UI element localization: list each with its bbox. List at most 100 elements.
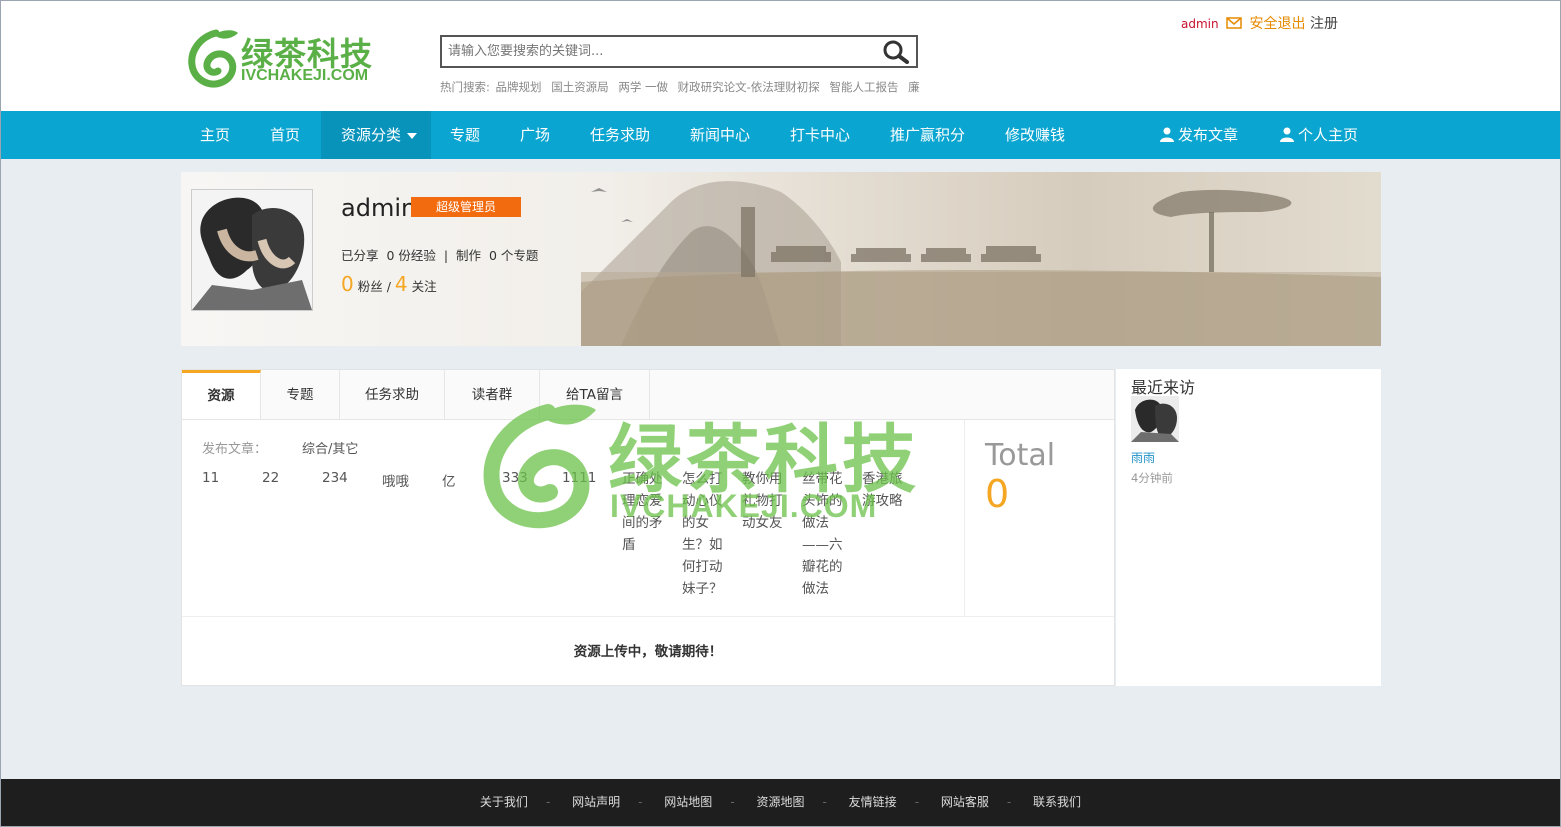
visitor-time: 4分钟前 [1131, 471, 1173, 485]
footer-separator: - [822, 795, 827, 809]
category-item[interactable]: 22 [262, 470, 279, 486]
tab-topics[interactable]: 专题 [261, 370, 340, 419]
hot-search-term[interactable]: 财政研究论文-依法理财初探 [678, 80, 820, 94]
empty-message: 资源上传中，敬请期待！ [182, 616, 1114, 686]
resource-content: 发布文章： 综合/其它 11 22 234 哦哦 亿 333 1111 正确处理… [182, 420, 964, 616]
visitor-avatar-image [1131, 396, 1179, 442]
mail-icon[interactable] [1226, 17, 1242, 29]
search-input[interactable] [442, 37, 884, 66]
category-item[interactable]: 教你用礼物打动女友 [742, 468, 786, 534]
tab-reader-group[interactable]: 读者群 [445, 370, 540, 419]
hot-search-label: 热门搜索: [440, 80, 490, 94]
personal-home-label: 个人主页 [1298, 126, 1359, 144]
logo-leaf-icon [188, 29, 238, 88]
total-value: 0 [985, 472, 1010, 516]
hot-search-term[interactable]: 两学 一做 [618, 80, 668, 94]
hot-searches: 热门搜索: 品牌规划 国土资源局 两学 一做 财政研究论文-依法理财初探 智能人… [440, 79, 926, 95]
person-icon [1280, 127, 1294, 142]
publish-category-value[interactable]: 综合/其它 [302, 438, 358, 457]
fans-count[interactable]: 0 [341, 272, 354, 296]
profile-username: admin [341, 194, 417, 222]
search-button[interactable] [880, 39, 912, 64]
site-footer: 关于我们 - 网站声明 - 网站地图 - 资源地图 - 友情链接 - 网站客服 - 联系我们 [1, 779, 1560, 826]
personal-home-button[interactable]: 个人主页 [1280, 111, 1358, 159]
follow-label: 关注 [411, 279, 437, 294]
category-item[interactable]: 234 [322, 470, 348, 486]
category-item[interactable]: 1111 [562, 470, 596, 486]
visitor-name[interactable]: 雨雨 [1131, 449, 1155, 466]
visitor-avatar[interactable] [1131, 396, 1179, 442]
user-avatar[interactable] [191, 189, 313, 311]
user-links: admin 安全退出 注册 [1181, 13, 1338, 33]
footer-separator: - [730, 795, 735, 809]
footer-link-resource-map[interactable]: 资源地图 [756, 795, 804, 809]
footer-separator: - [1006, 795, 1012, 809]
hot-search-term[interactable]: 廉 [908, 80, 920, 94]
avatar-image [192, 190, 312, 310]
footer-link-friends[interactable]: 友情链接 [849, 795, 897, 809]
nav-item-square[interactable]: 广场 [520, 111, 550, 159]
category-item[interactable]: 11 [202, 470, 219, 486]
footer-separator: - [545, 795, 551, 809]
person-icon [1160, 127, 1174, 142]
site-logo[interactable]: 绿茶科技 IVCHAKEJI.COM [186, 27, 401, 89]
tab-task-help[interactable]: 任务求助 [340, 370, 445, 419]
hot-search-term[interactable]: 品牌规划 [496, 80, 542, 94]
nav-item-resource-category[interactable]: 资源分类 [321, 111, 431, 159]
category-item[interactable]: 333 [502, 470, 528, 486]
site-header: 绿茶科技 IVCHAKEJI.COM 热门搜索: 品牌规划 国土资源局 两学 一… [1, 1, 1560, 111]
category-item[interactable]: 亿 [442, 470, 456, 490]
category-item[interactable]: 正确处理恋爱间的矛盾 [622, 468, 666, 556]
resource-panel: 资源 专题 任务求助 读者群 给TA留言 发布文章： 综合/其它 11 22 2… [181, 369, 1115, 686]
nav-item-checkin[interactable]: 打卡中心 [790, 111, 850, 159]
total-box: Total 0 [964, 420, 1115, 616]
category-item[interactable]: 丝带花头饰的做法——六瓣花的做法 [802, 468, 846, 600]
footer-separator: - [638, 795, 643, 809]
hot-search-term[interactable]: 智能人工报告 [829, 80, 898, 94]
nav-item-topics[interactable]: 专题 [450, 111, 480, 159]
tab-resources[interactable]: 资源 [182, 370, 261, 419]
category-item[interactable]: 哦哦 [382, 470, 409, 490]
publish-category-label: 发布文章： [202, 442, 268, 457]
nav-item-promote[interactable]: 推广赢积分 [890, 111, 965, 159]
role-badge: 超级管理员 [411, 197, 521, 217]
fans-label: 粉丝 [357, 279, 383, 294]
main-nav: 主页 首页 资源分类 专题 广场 任务求助 新闻中心 打卡中心 推广赢积分 修改… [1, 111, 1560, 159]
landscape-illustration [581, 181, 1381, 346]
hot-search-term[interactable]: 国土资源局 [551, 80, 609, 94]
chevron-down-icon [407, 132, 418, 139]
footer-link-sitemap[interactable]: 网站地图 [664, 795, 712, 809]
profile-banner: admin 超级管理员 已分享 0 份经验 | 制作 0 个专题 0 粉丝 / … [181, 172, 1381, 346]
footer-links: 关于我们 - 网站声明 - 网站地图 - 资源地图 - 友情链接 - 网站客服 - 联系我们 [1, 779, 1560, 826]
register-link[interactable]: 注册 [1310, 16, 1338, 32]
logo-text-en: IVCHAKEJI.COM [241, 67, 369, 84]
logout-link[interactable]: 安全退出 [1250, 16, 1306, 32]
nav-item-news[interactable]: 新闻中心 [690, 111, 750, 159]
footer-link-statement[interactable]: 网站声明 [572, 795, 620, 809]
search-icon [883, 40, 909, 64]
header-username[interactable]: admin [1181, 17, 1219, 31]
nav-item-task-help[interactable]: 任务求助 [590, 111, 650, 159]
footer-link-service[interactable]: 网站客服 [941, 795, 989, 809]
footer-link-about[interactable]: 关于我们 [480, 795, 528, 809]
profile-follow-stats: 0 粉丝 / 4 关注 [341, 272, 437, 296]
profile-tabs: 资源 专题 任务求助 读者群 给TA留言 [182, 370, 1114, 420]
profile-stats: 已分享 0 份经验 | 制作 0 个专题 [341, 248, 539, 263]
nav-item-main[interactable]: 主页 [200, 111, 230, 159]
follow-count[interactable]: 4 [395, 272, 408, 296]
category-item[interactable]: 香港旅游攻略 [862, 468, 906, 512]
total-label: Total [985, 438, 1056, 473]
search-box [440, 35, 918, 68]
nav-item-label: 资源分类 [341, 126, 402, 144]
nav-item-earn[interactable]: 修改赚钱 [1005, 111, 1065, 159]
tab-message[interactable]: 给TA留言 [540, 370, 650, 419]
recent-visitors-title: 最近来访 [1131, 378, 1196, 397]
publish-article-button[interactable]: 发布文章 [1160, 111, 1238, 159]
category-item[interactable]: 怎么打动心仪的女生？如何打动妹子？ [682, 468, 726, 600]
footer-link-contact[interactable]: 联系我们 [1033, 795, 1081, 809]
recent-visitors: 最近来访 雨雨 4分钟前 [1116, 369, 1381, 686]
nav-item-home[interactable]: 首页 [270, 111, 300, 159]
footer-separator: - [914, 795, 920, 809]
made-label: 制作 [456, 248, 482, 263]
publish-label: 发布文章 [1178, 126, 1239, 144]
